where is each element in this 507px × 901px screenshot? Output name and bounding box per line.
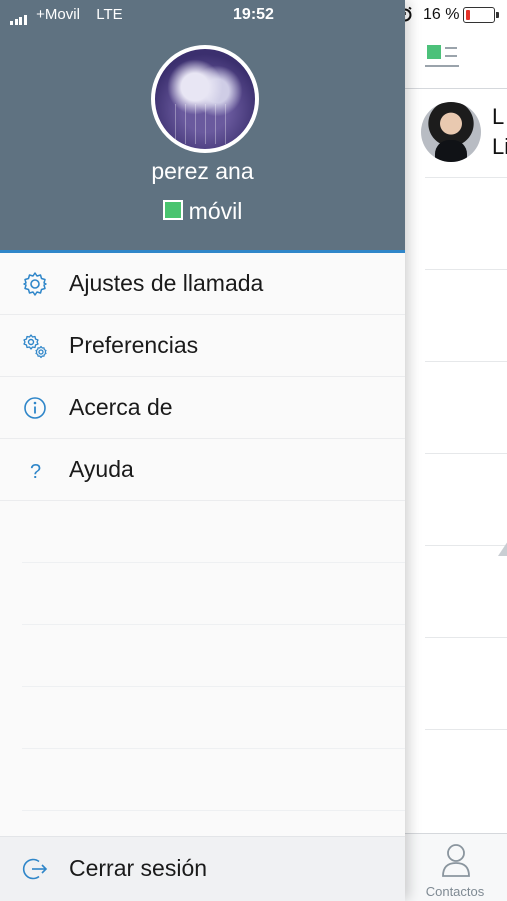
list-divider	[425, 177, 507, 178]
list-divider	[22, 748, 405, 749]
list-divider	[22, 562, 405, 563]
logout-label: Cerrar sesión	[69, 855, 208, 881]
logout-icon	[22, 856, 48, 882]
tab-contacts[interactable]: Contactos	[405, 834, 507, 901]
presence-indicator-icon	[162, 200, 183, 220]
menu-item-label: Ayuda	[69, 456, 134, 482]
menu-item-label: Acerca de	[69, 394, 173, 420]
list-divider	[22, 810, 405, 811]
contacts-icon	[442, 844, 470, 877]
status-time: 19:52	[233, 6, 274, 23]
contact-subtitle: Li	[492, 134, 507, 159]
menu-item-preferences[interactable]: Preferencias	[0, 315, 405, 377]
menu-item-about[interactable]: Acerca de	[0, 377, 405, 439]
menu-item-help[interactable]: ? Ayuda	[0, 439, 405, 501]
drawer-header: +Movil LTE perez ana móvil	[0, 0, 405, 253]
info-icon	[22, 395, 48, 421]
list-divider	[425, 269, 507, 270]
contact-list-item[interactable]: L Li	[405, 92, 507, 176]
profile-avatar[interactable]	[151, 45, 259, 153]
tab-bar: Contactos	[405, 833, 507, 901]
presence-status[interactable]: móvil	[0, 198, 405, 225]
help-icon: ?	[22, 457, 48, 483]
svg-text:?: ?	[30, 461, 41, 483]
list-divider	[425, 729, 507, 730]
side-drawer: +Movil LTE perez ana móvil Ajustes de ll…	[0, 0, 405, 901]
gear-icon	[22, 271, 48, 297]
menu-toggle-button[interactable]	[425, 44, 461, 70]
list-divider	[425, 453, 507, 454]
scroll-indicator	[498, 538, 507, 556]
presence-label: móvil	[188, 198, 243, 224]
logout-button[interactable]: Cerrar sesión	[0, 836, 405, 901]
list-divider	[425, 361, 507, 362]
header-divider	[405, 88, 507, 89]
list-divider	[22, 624, 405, 625]
contact-name: L	[492, 104, 505, 129]
main-panel: 16 % L Li Contactos	[398, 0, 507, 901]
list-divider	[22, 686, 405, 687]
contact-avatar	[421, 102, 481, 162]
menu-item-label: Ajustes de llamada	[69, 270, 264, 296]
profile-name: perez ana	[151, 158, 254, 184]
list-divider	[425, 637, 507, 638]
list-divider	[425, 545, 507, 546]
menu-item-call-settings[interactable]: Ajustes de llamada	[0, 253, 405, 315]
tab-contacts-label: Contactos	[425, 884, 485, 899]
gears-icon	[22, 333, 48, 359]
menu-item-label: Preferencias	[69, 332, 199, 358]
